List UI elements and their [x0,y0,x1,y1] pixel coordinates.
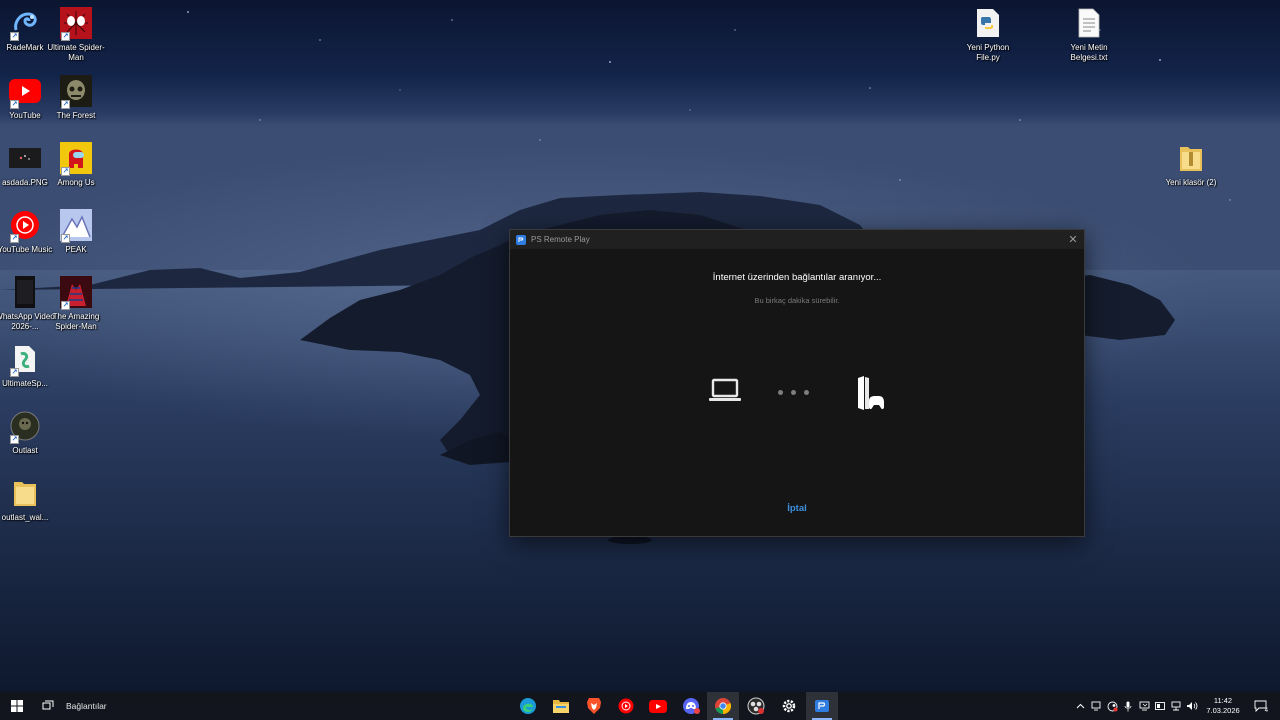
tray-battery[interactable] [1153,692,1167,720]
desktop-icon-outlast-wal[interactable]: outlast_wal... [0,472,56,534]
task-view-button[interactable] [36,692,60,720]
settings-icon [782,699,796,713]
meet-now-icon [1091,701,1101,711]
youtube-icon: ↗ [8,74,42,109]
desktop-icon-ultimatesp[interactable]: ↗ UltimateSp... [0,338,56,400]
among-us-icon: ↗ [59,141,93,176]
desktop-icon-ultimate-spider-man[interactable]: ↗ Ultimate Spider-Man [45,2,107,64]
ps-remote-play-icon [815,700,829,712]
connecting-dot [791,390,796,395]
tray-overflow-button[interactable] [1073,692,1087,720]
connecting-dot [804,390,809,395]
desktop-icon-yeni-metin-belgesi[interactable]: Yeni Metin Belgesi.txt [1058,2,1120,64]
clock-time: 11:42 [1213,696,1233,705]
taskbar-app-obs[interactable] [740,692,772,720]
notification-center-button[interactable]: 4 [1250,692,1270,720]
notification-count-badge: 4 [1264,708,1268,714]
tray-display[interactable] [1137,692,1151,720]
brave-icon [587,698,601,714]
peak-icon: ↗ [59,208,93,243]
video-file-icon [8,275,42,309]
youtube-music-icon [618,698,634,714]
edge-icon [520,698,536,714]
folder-icon [8,476,42,510]
clock[interactable]: 11:42 7.03.2026 [1200,696,1246,716]
connecting-dots [778,390,809,395]
taskbar-app-chrome[interactable] [707,692,739,720]
file-explorer-icon [553,700,569,713]
close-icon: ✕ [1068,234,1078,246]
cancel-button[interactable]: İptal [510,503,1084,514]
chevron-up-icon [1076,703,1084,709]
microphone-icon [1124,701,1132,711]
desktop-icon-among-us[interactable]: ↗ Among Us [45,137,107,199]
windows-logo-icon [11,700,23,712]
the-forest-icon: ↗ [59,74,93,109]
youtube-icon [649,699,667,713]
task-view-icon [42,700,54,710]
laptop-icon [708,378,742,409]
volume-icon [1187,702,1198,710]
taskbar-app-youtube[interactable] [642,692,674,720]
desktop-icon-yeni-python-file[interactable]: Yeni Python File.py [957,2,1019,64]
status-title: İnternet üzerinden bağlantılar aranıyor.… [712,272,882,283]
device-icon [1154,702,1165,710]
taskbar-app-settings[interactable] [773,692,805,720]
desktop-icon-the-amazing-spider-man[interactable]: ↗ The Amazing Spider-Man [45,271,107,333]
taskbar-app-edge[interactable] [512,692,544,720]
taskbar-app-ps-remote-play[interactable] [806,692,838,720]
display-icon [1139,701,1149,711]
steam-icon [1107,701,1117,711]
ps-remote-play-window: PS Remote Play ✕ İnternet üzerinden bağl… [509,229,1085,537]
tray-steam[interactable] [1105,692,1119,720]
clock-date: 7.03.2026 [1206,706,1240,715]
ps-remote-play-app-icon [516,234,526,245]
desktop-icon-outlast[interactable]: ↗ Outlast [0,405,56,467]
desktop-icon-yeni-klasor-2[interactable]: Yeni klasör (2) [1160,137,1222,199]
rademark-icon: ↗ [8,6,42,41]
spiderman-icon: ↗ [59,6,93,41]
start-button[interactable] [0,692,34,720]
taskbar-app-youtube-music[interactable] [610,692,642,720]
taskbar-app-discord[interactable] [675,692,707,720]
taskbar: Bağlantılar 11:42 7.03.2026 4 [0,692,1280,720]
youtube-music-icon: ↗ [8,208,42,243]
close-button[interactable]: ✕ [1062,230,1084,249]
window-titlebar[interactable]: PS Remote Play ✕ [510,230,1084,249]
tray-meet-now[interactable] [1089,692,1103,720]
taskbar-app-brave[interactable] [578,692,610,720]
ultimatesp-file-icon: ↗ [8,342,42,377]
taskbar-search-label[interactable]: Bağlantılar [66,701,107,711]
taskbar-app-file-explorer[interactable] [545,692,577,720]
desktop-icon-peak[interactable]: ↗ PEAK [45,204,107,266]
zip-folder-icon [1174,141,1208,175]
python-file-icon [971,6,1005,40]
tray-microphone[interactable] [1121,692,1135,720]
amazing-spiderman-icon: ↗ [59,275,93,310]
image-file-icon [8,141,42,175]
chrome-icon [715,698,732,715]
obs-icon [747,697,765,715]
status-subtitle: Bu birkaç dakika sürebilir. [754,296,840,305]
ps5-console-icon [854,375,884,416]
text-file-icon [1072,6,1106,40]
discord-icon [683,698,700,714]
tray-volume[interactable] [1185,692,1199,720]
tray-network[interactable] [1169,692,1183,720]
network-icon [1171,701,1180,711]
desktop-icon-the-forest[interactable]: ↗ The Forest [45,70,107,132]
window-title: PS Remote Play [531,235,590,244]
outlast-icon: ↗ [8,409,42,444]
connecting-dot [778,390,783,395]
